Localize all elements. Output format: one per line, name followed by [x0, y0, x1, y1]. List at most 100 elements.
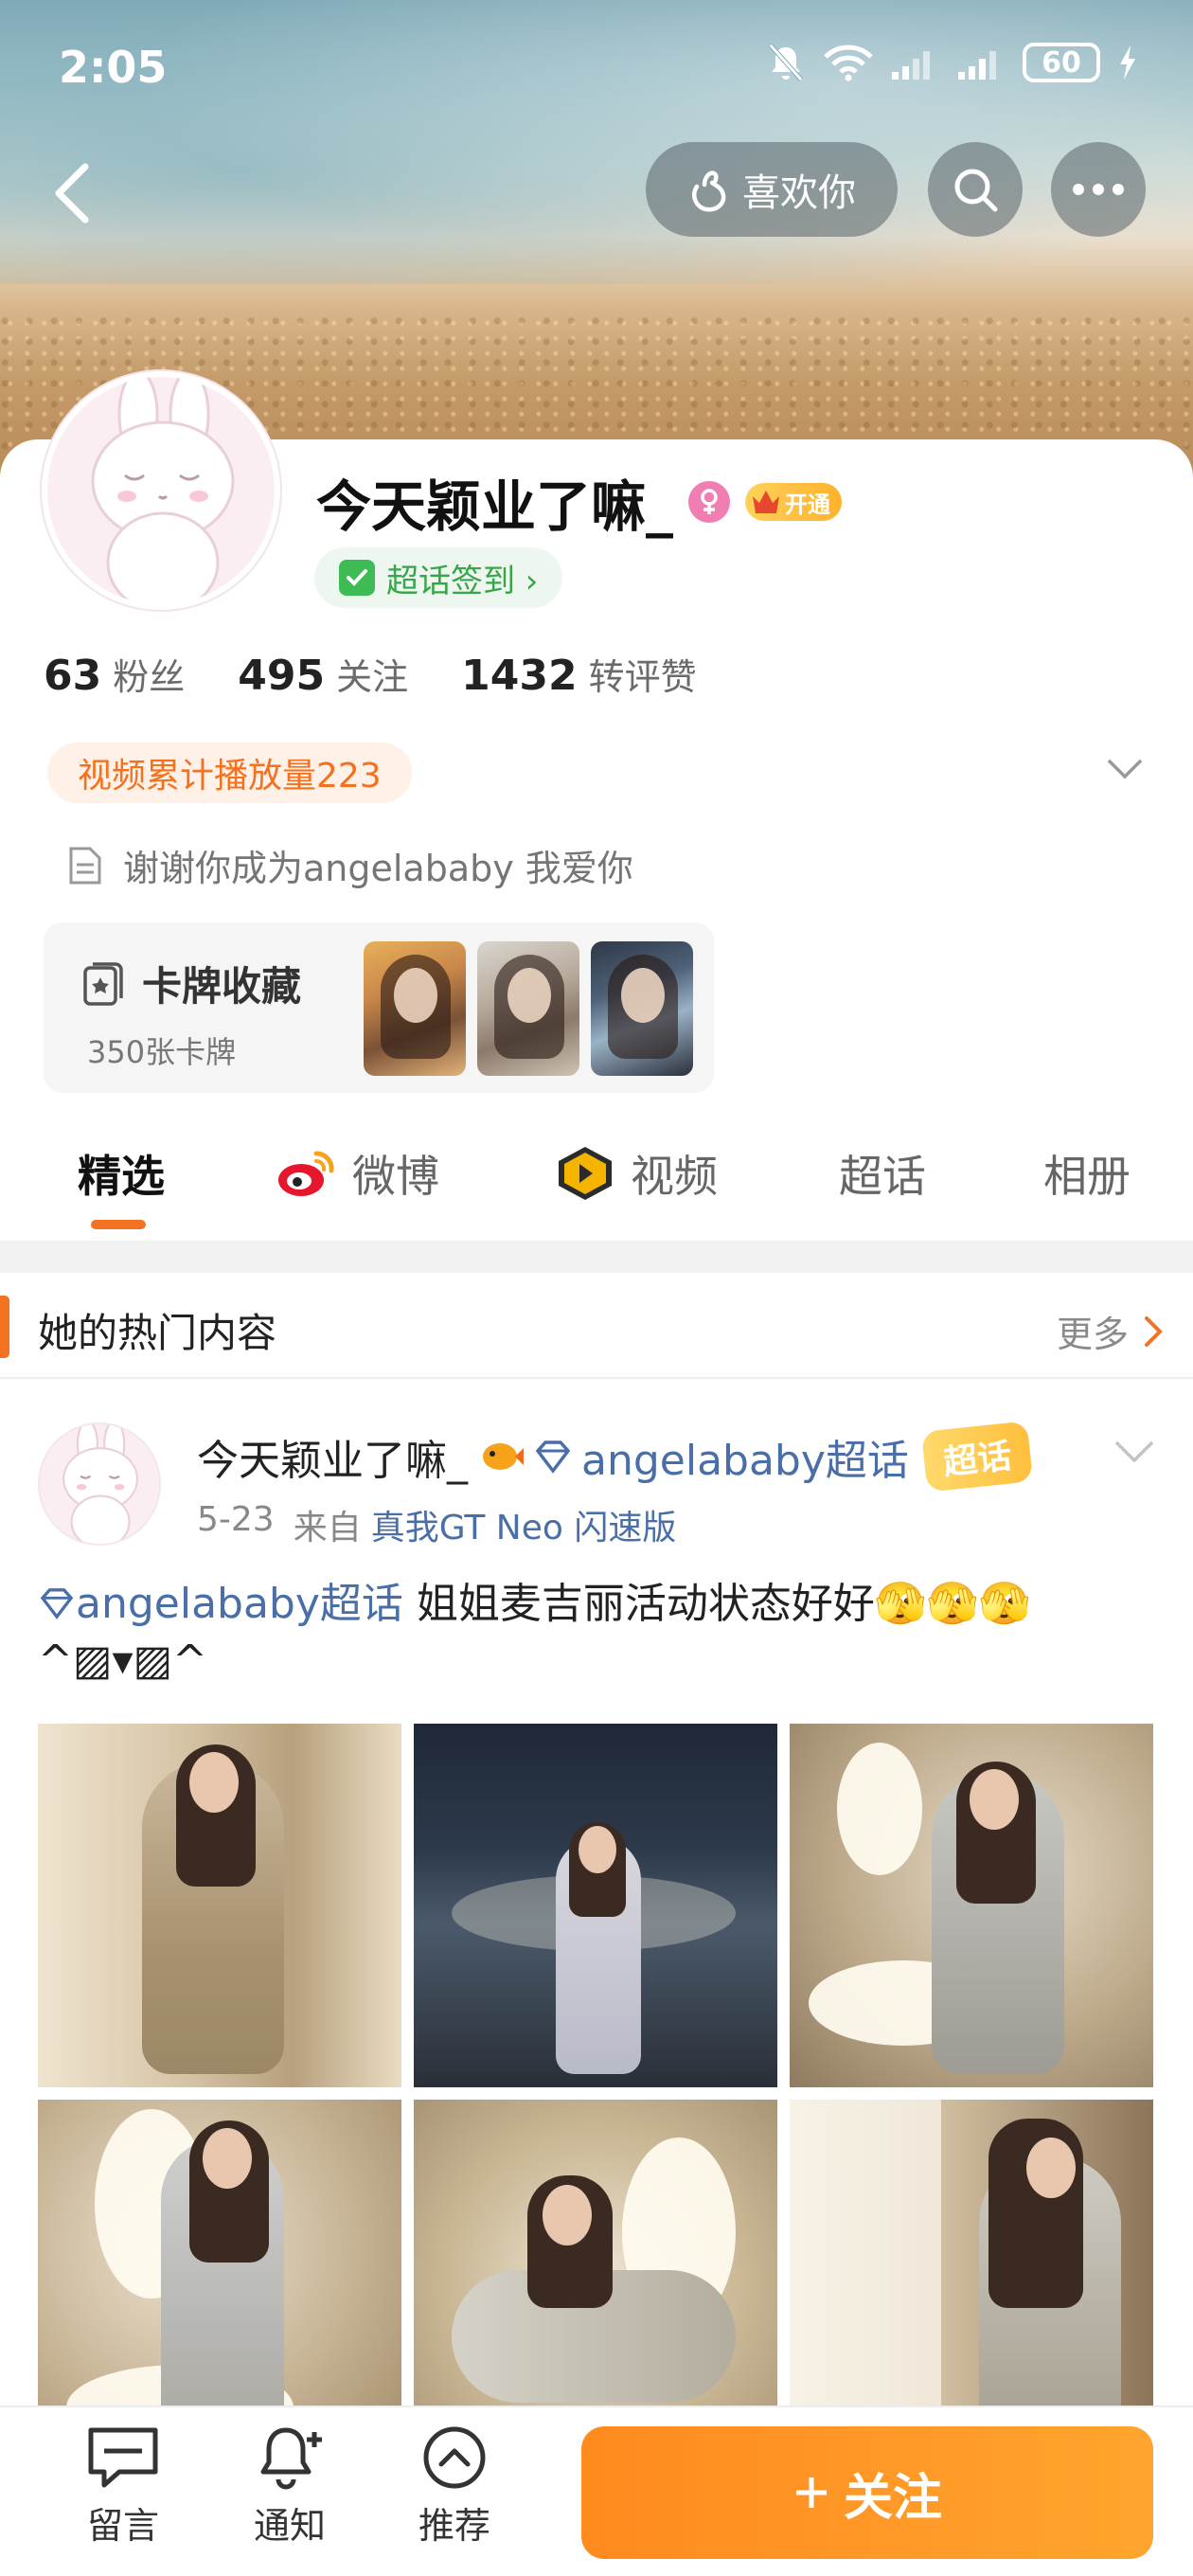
- recommend-label: 推荐: [418, 2505, 490, 2547]
- nickname: 今天颖业了嘛_: [316, 474, 674, 539]
- stat-following[interactable]: 495 关注: [238, 648, 408, 700]
- document-icon: [69, 847, 101, 884]
- profile-stats: 63 粉丝 495 关注 1432 转评赞: [44, 648, 750, 700]
- tab-featured[interactable]: 精选: [78, 1142, 165, 1205]
- status-icons: 60: [765, 42, 1138, 83]
- weibo-icon: [278, 1151, 334, 1196]
- avatar[interactable]: [42, 371, 280, 610]
- post-source-prefix: 来自: [293, 1509, 362, 1547]
- hot-content-header: 她的热门内容 更多: [0, 1273, 1193, 1379]
- post-options-button[interactable]: [1113, 1440, 1155, 1468]
- follow-label: 关注: [843, 2469, 942, 2527]
- hot-content-more-link[interactable]: 更多: [1057, 1305, 1163, 1357]
- card-count: 350张卡牌: [87, 1034, 237, 1070]
- recommend-button[interactable]: 推荐: [388, 2424, 521, 2549]
- tab-video[interactable]: 视频: [555, 1142, 718, 1205]
- post-author-name[interactable]: 今天颖业了嘛_: [197, 1426, 468, 1487]
- checkin-label: 超话签到 ›: [386, 562, 539, 600]
- stat-fans-label: 粉丝: [113, 656, 186, 698]
- chevron-right-icon: [1145, 1315, 1163, 1347]
- hot-content-title: 她的热门内容: [38, 1310, 277, 1356]
- message-button[interactable]: 留言: [57, 2424, 189, 2549]
- signal-icon: [892, 51, 930, 80]
- message-icon: [88, 2427, 158, 2488]
- stat-following-count: 495: [238, 652, 326, 700]
- tab-featured-label: 精选: [78, 1151, 165, 1202]
- bell-plus-icon: [260, 2427, 322, 2490]
- profile-page: 2:05 60 喜欢你 今天颖业了嘛_ 开通 超话签到 › 63 粉丝 495 …: [0, 0, 1193, 2576]
- charging-icon: [1120, 45, 1135, 80]
- stat-interactions-count: 1432: [461, 652, 578, 700]
- expand-profile-button[interactable]: [1106, 758, 1144, 784]
- status-bar: 2:05 60: [0, 0, 1193, 133]
- mute-bell-icon: [769, 44, 803, 81]
- post-text-body: 姐姐麦吉丽活动状态好好🫣🫣🫣: [402, 1580, 1031, 1628]
- tab-album[interactable]: 相册: [1043, 1142, 1131, 1205]
- bunny-avatar-icon: [62, 1424, 138, 1544]
- post-image[interactable]: [790, 1724, 1153, 2087]
- card-star-icon: [83, 961, 123, 1006]
- post-date: 5-23: [197, 1500, 275, 1539]
- diamond-topic-icon: [40, 1588, 74, 1619]
- bottom-action-bar: 留言 通知 推荐 关注: [0, 2406, 1193, 2576]
- stat-fans-count: 63: [44, 652, 102, 700]
- video-play-icon: [559, 1147, 612, 1200]
- notify-button[interactable]: 通知: [223, 2424, 356, 2549]
- vip-label: 开通: [785, 491, 831, 518]
- post-device[interactable]: 真我GT Neo 闪速版: [371, 1500, 677, 1549]
- back-button[interactable]: [38, 159, 106, 227]
- plus-icon: [795, 2478, 827, 2508]
- crown-icon: [753, 491, 780, 513]
- stat-fans[interactable]: 63 粉丝: [44, 648, 185, 700]
- tab-video-label: 视频: [631, 1151, 718, 1202]
- post-image[interactable]: [38, 1724, 401, 2087]
- more-label: 更多: [1056, 1314, 1129, 1355]
- card-thumbnail[interactable]: [364, 941, 466, 1076]
- search-icon: [954, 169, 998, 212]
- post-avatar[interactable]: [38, 1422, 161, 1546]
- superchat-badge: 超话: [920, 1421, 1033, 1493]
- post-text-topic[interactable]: angelababy超话: [76, 1580, 403, 1628]
- section-divider: [0, 1241, 1193, 1273]
- chevron-down-icon: [1107, 759, 1143, 779]
- post-meta: 5-23 来自 真我GT Neo 闪速版: [197, 1500, 676, 1549]
- message-label: 留言: [86, 2505, 159, 2547]
- section-accent-bar: [0, 1296, 9, 1358]
- post-text: angelababy超话 姐姐麦吉丽活动状态好好🫣🫣🫣 ^▨▾▨^: [38, 1576, 1136, 1690]
- card-collection[interactable]: 卡牌收藏 350张卡牌: [44, 922, 714, 1093]
- follow-button[interactable]: 关注: [581, 2426, 1153, 2559]
- stat-interactions[interactable]: 1432 转评赞: [461, 648, 696, 700]
- post-topic-link[interactable]: angelababy超话: [581, 1426, 909, 1487]
- nickname-row: 今天颖业了嘛_ 开通: [316, 462, 843, 542]
- fish-badge-icon: [483, 1443, 524, 1470]
- superchat-checkin-button[interactable]: 超话签到 ›: [314, 547, 563, 608]
- profile-tabs: 精选 微博 视频 超话 相册: [0, 1118, 1193, 1231]
- bio: 谢谢你成为angelababy 我爱你: [68, 839, 633, 891]
- search-button[interactable]: [928, 142, 1023, 237]
- card-thumbnail[interactable]: [591, 941, 693, 1076]
- tab-superchat-label: 超话: [839, 1151, 926, 1202]
- post-author-row: 今天颖业了嘛_ angelababy超话 超话: [197, 1421, 1033, 1493]
- more-dots-icon: [1073, 184, 1124, 195]
- video-views-badge[interactable]: 视频累计播放量223: [47, 742, 412, 803]
- diamond-topic-icon: [535, 1440, 571, 1474]
- chevron-left-icon: [55, 163, 89, 224]
- tab-weibo[interactable]: 微博: [276, 1142, 439, 1205]
- chevron-up-circle-icon: [423, 2426, 486, 2489]
- more-button[interactable]: [1051, 142, 1146, 237]
- like-you-button[interactable]: 喜欢你: [646, 142, 898, 237]
- calendar-check-icon: [339, 560, 375, 596]
- vip-badge[interactable]: 开通: [745, 483, 843, 521]
- card-collection-title-row: 卡牌收藏: [81, 955, 301, 1012]
- battery-indicator: 60: [1023, 43, 1100, 82]
- bunny-avatar-icon: [91, 377, 235, 604]
- card-thumbnail[interactable]: [477, 941, 579, 1076]
- wifi-icon: [824, 45, 873, 81]
- notify-label: 通知: [253, 2505, 326, 2547]
- tab-weibo-label: 微博: [352, 1151, 439, 1202]
- post-image[interactable]: [414, 1724, 777, 2087]
- bio-text: 谢谢你成为angelababy 我爱你: [123, 848, 633, 889]
- tab-superchat[interactable]: 超话: [839, 1142, 926, 1205]
- like-you-label: 喜欢你: [742, 171, 856, 215]
- status-time: 2:05: [59, 42, 168, 93]
